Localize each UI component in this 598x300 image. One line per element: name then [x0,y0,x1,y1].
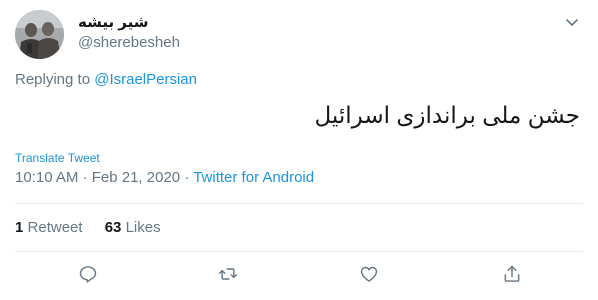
tweet-source-link[interactable]: Twitter for Android [193,169,314,186]
likes-stat[interactable]: 63 Likes [105,219,161,236]
divider [15,203,583,204]
avatar-image [15,10,64,59]
author-display-name[interactable]: شیر بیشه [78,13,149,31]
reply-button[interactable] [76,262,100,286]
tweet-text: جشن ملی براندازی اسرائیل [314,102,580,128]
share-button[interactable] [500,262,524,286]
tweet-actions [0,262,598,292]
retweets-stat[interactable]: 1 Retweet [15,219,87,236]
tweet-card: شیر بیشه @sherebesheh Replying to @Israe… [0,0,598,300]
replying-to-line: Replying to @IsraelPersian [15,71,197,88]
reply-mention-link[interactable]: @IsraelPersian [94,71,197,88]
translate-tweet-link[interactable]: Translate Tweet [15,151,100,165]
like-button[interactable] [357,262,381,286]
retweets-count: 1 [15,219,24,236]
share-icon [504,265,520,282]
tweet-meta: 10:10 AM · Feb 21, 2020 · Twitter for An… [15,169,314,186]
tweet-date[interactable]: Feb 21, 2020 [92,169,180,186]
meta-separator: · [184,169,190,186]
heart-icon [360,266,378,282]
replying-to-label: Replying to [15,71,91,88]
likes-count: 63 [104,219,122,236]
avatar[interactable] [15,10,64,59]
retweet-button[interactable] [216,262,240,286]
retweets-label: Retweet [27,219,83,236]
chevron-down-icon[interactable] [564,14,580,30]
author-handle[interactable]: @sherebesheh [78,34,180,51]
tweet-stats: 1 Retweet 63 Likes [15,219,179,236]
reply-icon [79,266,97,283]
divider [15,251,583,252]
retweet-icon [218,268,238,280]
meta-separator: · [82,169,88,186]
likes-label: Likes [125,219,161,236]
tweet-time[interactable]: 10:10 AM [15,169,78,186]
